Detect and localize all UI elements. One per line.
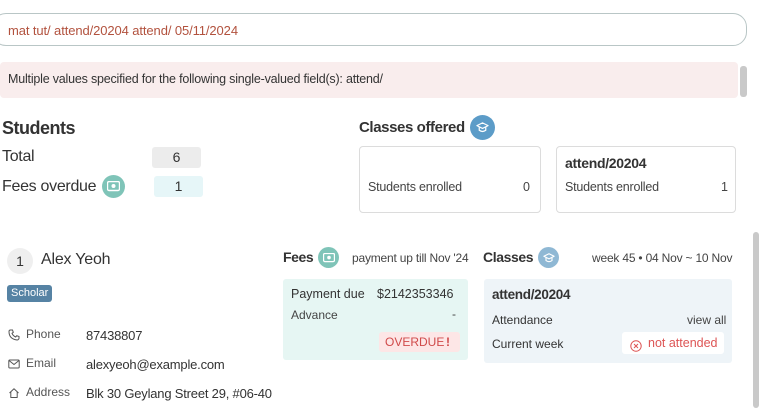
attendance-status-badge: not attended xyxy=(622,332,724,354)
class-card-title: attend/20204 xyxy=(565,155,647,171)
students-title: Students xyxy=(2,118,76,138)
total-value: 6 xyxy=(152,147,201,168)
advance-label: Advance xyxy=(291,308,338,322)
email-value: alexyeoh@example.com xyxy=(86,357,225,372)
class-card-enrolled-value: 1 xyxy=(721,180,728,194)
attendance-status-text: not attended xyxy=(648,336,718,350)
total-label: Total xyxy=(2,148,35,165)
error-message: Multiple values specified for the follow… xyxy=(8,72,383,86)
class-name: attend/20204 xyxy=(492,287,571,302)
money-icon xyxy=(102,175,125,198)
phone-label: Phone xyxy=(26,327,61,341)
overdue-status-text: OVERDUE xyxy=(385,335,445,349)
fees-overdue-label: Fees overdue xyxy=(2,178,97,195)
overdue-status-badge: OVERDUE ! xyxy=(379,332,460,352)
person-index: 1 xyxy=(7,248,33,274)
address-label: Address xyxy=(26,385,71,399)
graduation-cap-icon xyxy=(470,115,495,140)
classes-offered-title: Classes offered xyxy=(359,119,465,136)
list-scrollbar[interactable] xyxy=(753,232,759,408)
week-range: week 45 • 04 Nov ~ 10 Nov xyxy=(592,251,733,265)
mail-icon xyxy=(8,357,20,369)
graduation-cap-icon xyxy=(538,247,559,268)
phone-value: 87438807 xyxy=(86,328,143,343)
attendance-label: Attendance xyxy=(492,313,553,327)
fees-subtitle: payment up till Nov '24 xyxy=(352,251,469,265)
classes-title: Classes xyxy=(483,249,534,265)
payment-due-value: $2142353346 xyxy=(377,287,454,301)
phone-icon xyxy=(8,328,20,341)
current-week-label: Current week xyxy=(492,337,564,351)
fees-title: Fees xyxy=(283,249,314,265)
address-value: Blk 30 Geylang Street 29, #06-40 xyxy=(86,386,272,401)
class-card-enrolled-label: Students enrolled xyxy=(565,180,659,194)
person-name[interactable]: Alex Yeoh xyxy=(41,251,111,269)
view-all-link[interactable]: view all xyxy=(687,313,726,327)
x-circle-icon xyxy=(630,337,642,359)
payment-due-label: Payment due xyxy=(291,287,365,301)
command-input-text[interactable]: mat tut/ attend/20204 attend/ 05/11/2024 xyxy=(8,23,238,38)
advance-value: - xyxy=(452,307,456,321)
error-scrollbar[interactable] xyxy=(740,66,747,97)
fees-overdue-value: 1 xyxy=(154,176,203,197)
class-card-enrolled-label: Students enrolled xyxy=(368,180,462,194)
person-tag: Scholar xyxy=(7,285,53,302)
class-card-enrolled-value: 0 xyxy=(523,180,530,194)
alert-icon: ! xyxy=(446,335,450,349)
home-icon xyxy=(8,386,20,398)
money-icon xyxy=(318,247,339,268)
email-label: Email xyxy=(26,356,57,370)
